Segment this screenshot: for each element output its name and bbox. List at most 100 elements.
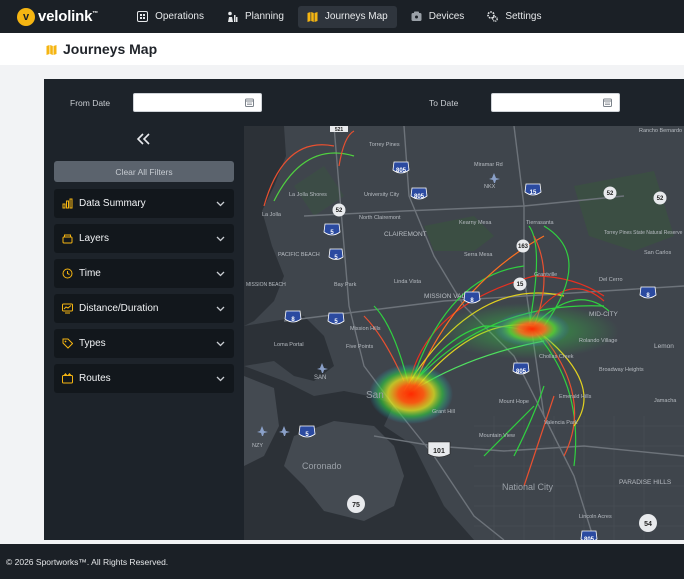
svg-text:Loma Portal: Loma Portal bbox=[274, 342, 304, 348]
bar-chart-icon bbox=[62, 198, 73, 209]
svg-text:75: 75 bbox=[352, 502, 360, 509]
nav-label: Devices bbox=[428, 11, 465, 22]
svg-text:La Jolla: La Jolla bbox=[262, 212, 282, 218]
top-nav: v velolink™ Operations Planning Journeys… bbox=[0, 0, 684, 33]
date-filter-bar: From Date To Date bbox=[44, 79, 684, 126]
interstate-shield-icon: 521 bbox=[330, 126, 348, 133]
state-route-icon: 54 bbox=[639, 514, 657, 532]
svg-text:54: 54 bbox=[644, 521, 652, 528]
svg-text:Grantville: Grantville bbox=[534, 272, 557, 278]
svg-text:15: 15 bbox=[517, 282, 524, 288]
map-canvas[interactable]: Torrey Pines Torrey Pines State Natural … bbox=[244, 126, 684, 540]
page-title: Journeys Map bbox=[63, 41, 158, 57]
nav-item-journeys-map[interactable]: Journeys Map bbox=[297, 5, 397, 28]
state-route-icon: 75 bbox=[347, 495, 365, 513]
to-date-input[interactable] bbox=[492, 96, 619, 113]
accordion-label: Types bbox=[79, 338, 106, 349]
planning-icon bbox=[228, 11, 238, 22]
chevron-down-icon bbox=[216, 236, 225, 241]
from-date-label: From Date bbox=[70, 98, 111, 108]
svg-text:Linda Vista: Linda Vista bbox=[394, 279, 422, 285]
clear-all-filters-button[interactable]: Clear All Filters bbox=[54, 161, 234, 182]
accordion-label: Time bbox=[79, 268, 101, 279]
accordion-label: Routes bbox=[79, 373, 111, 384]
accordion-time[interactable]: Time bbox=[54, 259, 234, 288]
svg-text:MID-CITY: MID-CITY bbox=[589, 311, 619, 318]
chevron-down-icon bbox=[216, 376, 225, 381]
settings-icon bbox=[487, 11, 499, 22]
us-route-shield-icon: 101 bbox=[427, 441, 451, 458]
chevron-down-icon bbox=[216, 341, 225, 346]
svg-text:PARADISE HILLS: PARADISE HILLS bbox=[619, 479, 672, 486]
accordion-label: Distance/Duration bbox=[79, 303, 159, 314]
accordion-layers[interactable]: Layers bbox=[54, 224, 234, 253]
svg-text:Torrey Pines: Torrey Pines bbox=[369, 142, 400, 148]
svg-text:Mountain View: Mountain View bbox=[479, 433, 515, 439]
nav-label: Settings bbox=[505, 11, 542, 22]
nav-label: Operations bbox=[155, 11, 204, 22]
heatmap-hotspot-midcity bbox=[494, 311, 570, 347]
nav-item-settings[interactable]: Settings bbox=[478, 6, 550, 28]
page-header: Journeys Map bbox=[0, 33, 684, 65]
from-date-input[interactable] bbox=[134, 96, 261, 113]
state-route-icon: 52 bbox=[653, 191, 667, 205]
to-date-label: To Date bbox=[429, 98, 459, 108]
svg-text:La Jolla Shores: La Jolla Shores bbox=[289, 192, 327, 198]
filter-sidebar: Clear All Filters Data Summary Layers Ti… bbox=[44, 126, 244, 540]
tag-icon bbox=[62, 338, 73, 349]
nav-item-operations[interactable]: Operations bbox=[128, 6, 213, 28]
svg-text:NKX: NKX bbox=[484, 184, 496, 190]
accordion-distance-duration[interactable]: Distance/Duration bbox=[54, 294, 234, 323]
brand-name: velolink™ bbox=[38, 8, 99, 25]
journeys-map-icon bbox=[46, 44, 57, 55]
svg-text:National City: National City bbox=[502, 482, 554, 492]
accordion-types[interactable]: Types bbox=[54, 329, 234, 358]
journeys-map[interactable]: Torrey Pines Torrey Pines State Natural … bbox=[244, 126, 684, 540]
svg-text:NZY: NZY bbox=[252, 443, 263, 449]
from-date-field[interactable] bbox=[133, 93, 262, 113]
routes-icon bbox=[62, 373, 73, 384]
svg-text:805: 805 bbox=[396, 168, 407, 174]
state-route-icon: 52 bbox=[603, 186, 617, 200]
svg-text:Serra Mesa: Serra Mesa bbox=[464, 252, 493, 258]
nav-label: Journeys Map bbox=[324, 11, 388, 22]
distance-icon bbox=[62, 303, 73, 314]
svg-text:Grant Hill: Grant Hill bbox=[432, 409, 455, 415]
accordion-data-summary[interactable]: Data Summary bbox=[54, 189, 234, 218]
chevron-down-icon bbox=[216, 306, 225, 311]
state-route-icon: 15 bbox=[513, 277, 527, 291]
svg-text:805: 805 bbox=[414, 194, 425, 200]
calendar-icon[interactable] bbox=[245, 98, 254, 107]
svg-text:Jamacha: Jamacha bbox=[654, 398, 677, 404]
svg-text:Lincoln Acres: Lincoln Acres bbox=[579, 514, 612, 520]
svg-text:101: 101 bbox=[433, 448, 445, 455]
nav-item-devices[interactable]: Devices bbox=[402, 6, 474, 28]
chevron-down-icon bbox=[216, 271, 225, 276]
footer: © 2026 Sportworks™. All Rights Reserved. bbox=[0, 544, 684, 579]
svg-text:Broadway Heights: Broadway Heights bbox=[599, 367, 644, 373]
collapse-sidebar-icon[interactable] bbox=[135, 132, 153, 146]
svg-text:Torrey Pines State Natural Res: Torrey Pines State Natural Reserve bbox=[604, 230, 683, 236]
svg-text:163: 163 bbox=[518, 244, 529, 250]
svg-text:805: 805 bbox=[584, 537, 595, 540]
nav-item-planning[interactable]: Planning bbox=[218, 6, 293, 28]
svg-text:San Carlos: San Carlos bbox=[644, 250, 671, 256]
operations-icon bbox=[137, 11, 149, 22]
accordion-routes[interactable]: Routes bbox=[54, 364, 234, 393]
nav-label: Planning bbox=[245, 11, 284, 22]
brand-logo[interactable]: v velolink™ bbox=[17, 7, 99, 26]
accordion-label: Data Summary bbox=[79, 198, 146, 209]
svg-text:CLAIREMONT: CLAIREMONT bbox=[384, 231, 427, 238]
calendar-icon[interactable] bbox=[603, 98, 612, 107]
svg-text:Rolando Village: Rolando Village bbox=[579, 338, 617, 344]
svg-text:SAN: SAN bbox=[314, 375, 326, 381]
svg-text:Mission Hills: Mission Hills bbox=[350, 326, 381, 332]
to-date-field[interactable] bbox=[491, 93, 620, 113]
svg-text:Kearny Mesa: Kearny Mesa bbox=[459, 220, 492, 226]
svg-text:805: 805 bbox=[516, 369, 527, 375]
interstate-shield-icon: 805 bbox=[580, 530, 598, 540]
svg-text:Tierrasanta: Tierrasanta bbox=[526, 220, 555, 226]
clock-icon bbox=[62, 268, 73, 279]
svg-text:Chollas Creek: Chollas Creek bbox=[539, 354, 574, 360]
state-route-icon: 163 bbox=[516, 239, 530, 253]
